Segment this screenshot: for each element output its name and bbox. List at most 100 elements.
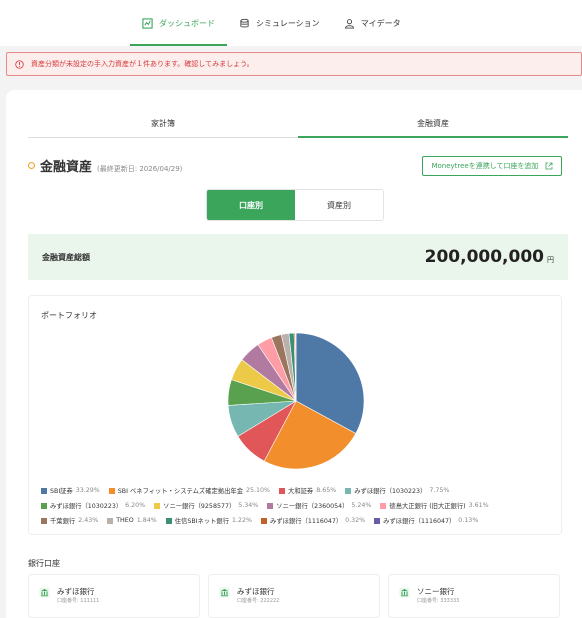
legend-item-5[interactable]: ソニー銀行（9258577） 5.34%: [154, 501, 258, 510]
total-assets-unit: 円: [547, 256, 554, 264]
bank-icon: [39, 587, 50, 598]
legend-label: みずほ銀行（1116047）: [270, 518, 343, 525]
page-title: 金融資産: [40, 160, 93, 175]
legend-item-1[interactable]: SBI ベネフィット・システムズ確定拠出年金 25.10%: [108, 486, 271, 495]
bank-icon: [399, 587, 410, 598]
legend-label: 徳島大正銀行 (旧大正銀行): [389, 503, 466, 510]
legend-label: ソニー銀行（9258577）: [163, 503, 236, 510]
nav-dashboard-label: ダッシュボード: [159, 18, 215, 28]
legend-swatch: [41, 487, 47, 494]
legend-label: 住信SBIネット銀行: [174, 518, 230, 525]
portfolio-title: ポートフォリオ: [41, 311, 97, 320]
nav-mydata-label: マイデータ: [360, 18, 401, 28]
dashboard-icon: [142, 17, 153, 29]
legend-label: 千葉銀行: [50, 518, 76, 525]
bank-name: ソニー銀行: [417, 587, 455, 596]
moneytree-link-label: Moneytreeを連携して口座を追加: [431, 162, 539, 170]
legend-swatch: [267, 502, 274, 509]
bank-account-number: 口座番号: 222222: [237, 598, 280, 604]
portfolio-pie-chart: [227, 332, 365, 470]
nav-mydata[interactable]: マイデータ: [332, 0, 413, 46]
legend-item-9[interactable]: THEO 1.84%: [107, 516, 157, 525]
legend-item-4[interactable]: みずほ銀行（1030223） 6.20%: [41, 501, 145, 510]
legend-item-6[interactable]: ソニー銀行（2360054） 5.24%: [267, 501, 371, 510]
total-assets-panel: 金融資産総額 200,000,000 円: [28, 234, 568, 280]
total-assets-value: 200,000,000: [424, 247, 544, 267]
title-bullet-icon: [28, 162, 35, 169]
section-header: 金融資産 (最終更新日: 2026/04/29): [28, 156, 182, 175]
bank-name: みずほ銀行: [57, 587, 95, 596]
legend-label: SBI ベネフィット・システムズ確定拠出年金: [117, 488, 244, 495]
legend-swatch: [261, 517, 268, 524]
bank-accounts-title: 銀行口座: [28, 559, 60, 568]
top-navigation: ダッシュボード シミュレーション マイデータ: [0, 0, 582, 46]
legend-item-2[interactable]: 大和証券 8.65%: [279, 486, 336, 495]
legend-swatch: [41, 517, 47, 524]
total-assets-value-group: 200,000,000 円: [425, 247, 554, 267]
legend-swatch: [165, 517, 172, 524]
bank-card-2[interactable]: ソニー銀行 口座番号: 333333: [388, 574, 560, 618]
portfolio-panel: ポートフォリオ SBI証券 33.29% SBI ベネフィット・システムズ確定拠出年…: [28, 295, 562, 535]
legend-label: みずほ銀行（1030223）: [354, 488, 427, 495]
legend-percent: 25.10%: [246, 487, 271, 494]
bank-card-0[interactable]: みずほ銀行 口座番号: 111111: [28, 574, 200, 618]
main-tabs: 家計簿 金融資産: [28, 114, 568, 138]
legend-percent: 2.43%: [78, 517, 99, 524]
legend-percent: 6.20%: [125, 502, 146, 509]
bank-account-number: 口座番号: 111111: [57, 598, 100, 604]
bank-name: みずほ銀行: [237, 587, 275, 596]
nav-simulation[interactable]: シミュレーション: [227, 0, 332, 46]
legend-percent: 5.24%: [351, 502, 372, 509]
bank-card-1[interactable]: みずほ銀行 口座番号: 222222: [208, 574, 380, 618]
main-card: 家計簿 金融資産 金融資産 (最終更新日: 2026/04/29) Moneyt…: [6, 90, 582, 618]
legend-percent: 0.13%: [458, 517, 479, 524]
total-assets-label: 金融資産総額: [42, 252, 90, 262]
legend-label: THEO: [116, 517, 134, 524]
external-link-icon: [545, 162, 552, 170]
legend-swatch: [107, 517, 114, 524]
bank-account-number: 口座番号: 333333: [417, 598, 460, 604]
legend-item-11[interactable]: みずほ銀行（1116047） 0.32%: [261, 516, 365, 525]
legend-label: みずほ銀行（1030223）: [50, 503, 123, 510]
legend-percent: 7.75%: [429, 487, 450, 494]
nav-dashboard[interactable]: ダッシュボード: [130, 0, 227, 46]
toggle-by-asset[interactable]: 資産別: [295, 190, 383, 220]
legend-item-7[interactable]: 徳島大正銀行 (旧大正銀行) 3.61%: [380, 501, 489, 510]
user-icon: [344, 18, 354, 29]
legend-percent: 33.29%: [75, 487, 100, 494]
alert-banner[interactable]: 資産分類が未設定の手入力資産が１件あります。確認してみましょう。: [6, 52, 582, 76]
legend-item-0[interactable]: SBI証券 33.29%: [41, 486, 100, 495]
legend-item-8[interactable]: 千葉銀行 2.43%: [41, 516, 98, 525]
legend-label: みずほ銀行（1116047）: [383, 518, 456, 525]
legend-percent: 3.61%: [468, 502, 489, 509]
legend-percent: 1.84%: [136, 517, 157, 524]
legend-item-3[interactable]: みずほ銀行（1030223） 7.75%: [345, 486, 449, 495]
legend-swatch: [279, 487, 286, 494]
legend-percent: 1.22%: [232, 517, 253, 524]
legend-swatch: [41, 502, 47, 509]
legend-percent: 8.65%: [316, 487, 337, 494]
info-circle-icon: [15, 59, 24, 69]
moneytree-link-button[interactable]: Moneytreeを連携して口座を追加: [422, 156, 562, 176]
legend-swatch: [108, 487, 115, 494]
nav-simulation-label: シミュレーション: [256, 18, 320, 28]
tab-financial-assets[interactable]: 金融資産: [298, 114, 568, 138]
legend-item-12[interactable]: みずほ銀行（1116047） 0.13%: [374, 516, 478, 525]
view-toggle: 口座別 資産別: [206, 189, 384, 221]
legend-label: 大和証券: [288, 488, 314, 495]
bank-icon: [219, 587, 230, 598]
portfolio-legend: SBI証券 33.29% SBI ベネフィット・システムズ確定拠出年金 25.10% 大…: [41, 486, 557, 525]
legend-percent: 5.34%: [238, 502, 259, 509]
database-icon: [240, 18, 249, 27]
legend-percent: 0.32%: [345, 517, 366, 524]
tab-household[interactable]: 家計簿: [28, 114, 298, 138]
legend-swatch: [380, 502, 387, 509]
legend-label: SBI証券: [50, 488, 73, 495]
legend-swatch: [374, 517, 381, 524]
legend-swatch: [345, 487, 352, 494]
last-updated: (最終更新日: 2026/04/29): [97, 165, 183, 173]
toggle-by-account[interactable]: 口座別: [207, 190, 295, 220]
legend-item-10[interactable]: 住信SBIネット銀行 1.22%: [165, 516, 253, 525]
legend-swatch: [154, 502, 161, 509]
legend-label: ソニー銀行（2360054）: [276, 503, 349, 510]
